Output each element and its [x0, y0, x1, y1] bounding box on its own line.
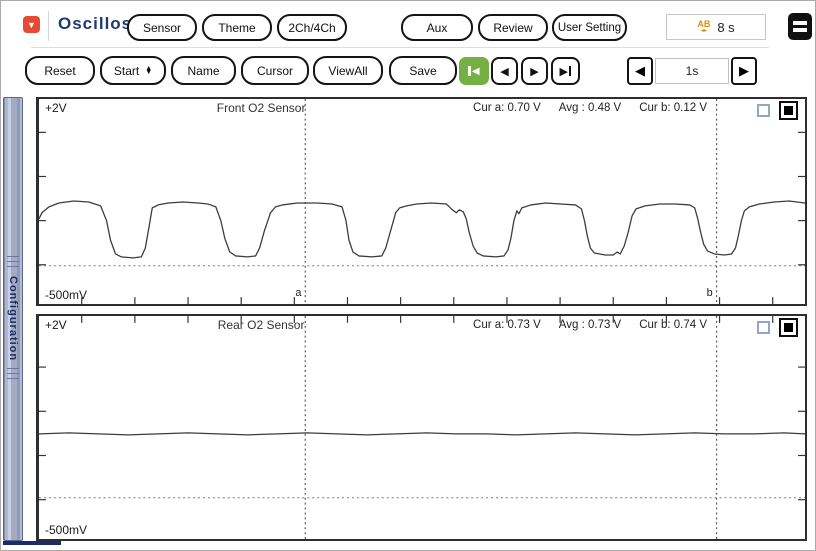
front-cursor-a-value: Cur a: 0.70 V: [473, 102, 541, 114]
front-display-toggles: [757, 101, 798, 120]
theme-button[interactable]: Theme: [202, 14, 272, 41]
skip-start-triangle-icon: ◀: [472, 66, 480, 77]
waveform-trace: [39, 201, 805, 258]
rear-toggle-checkbox-a[interactable]: [757, 321, 770, 334]
front-toggle-checkbox-b[interactable]: [779, 101, 798, 120]
front-avg-value: Avg : 0.48 V: [559, 102, 621, 114]
start-button[interactable]: Start ▲ ▼: [100, 56, 166, 85]
rear-cursor-a-value: Cur a: 0.73 V: [473, 319, 541, 331]
start-button-label: Start: [114, 64, 139, 78]
save-button[interactable]: Save: [389, 56, 457, 85]
toolbar-divider: [31, 47, 769, 48]
start-spinner-icon[interactable]: ▲ ▼: [145, 67, 152, 75]
grip-lines-icon: [7, 368, 19, 382]
front-vmax-label: +2V: [45, 101, 67, 115]
channel-mode-button[interactable]: 2Ch/4Ch: [277, 14, 347, 41]
cursor-a-label: a: [295, 287, 302, 299]
waveform-trace: [39, 433, 805, 435]
menu-icon[interactable]: [788, 13, 812, 40]
ab-time-value: 8 s: [717, 20, 734, 35]
rear-vmax-label: +2V: [45, 318, 67, 332]
aux-button[interactable]: Aux: [401, 14, 473, 41]
rear-vmin-label: -500mV: [45, 523, 87, 537]
grip-lines-icon: [7, 256, 19, 270]
cursor-button[interactable]: Cursor: [241, 56, 309, 85]
front-toggle-checkbox-a[interactable]: [757, 104, 770, 117]
timebase-increase-button[interactable]: ▶: [731, 57, 757, 85]
scope-panel-front-o2: ab +2V Front O2 Sensor Cur a: 0.70 V Avg…: [36, 97, 807, 306]
front-o2-waveform-plot[interactable]: ab: [39, 99, 805, 304]
review-button[interactable]: Review: [478, 14, 548, 41]
oscilloscope-window: ▼ Oscilloscope Sensor Theme 2Ch/4Ch Aux …: [0, 0, 816, 551]
skip-end-bar-icon: [569, 66, 572, 76]
front-panel-title: Front O2 Sensor: [217, 101, 306, 115]
timebase-decrease-button[interactable]: ◀: [627, 57, 653, 85]
rear-measurements: Cur a: 0.73 V Avg : 0.73 V Cur b: 0.74 V: [473, 319, 707, 331]
timebase-right-icon: ▶: [739, 63, 749, 79]
filter-triangle-glyph: ▼: [27, 20, 36, 30]
user-setting-button[interactable]: User Setting: [552, 14, 627, 41]
title-divider: [48, 11, 49, 41]
front-vmin-label: -500mV: [45, 288, 87, 302]
name-button[interactable]: Name: [171, 56, 236, 85]
ab-time-display: AB ◂▸ 8 s: [666, 14, 766, 40]
rear-toggle-checkbox-b[interactable]: [779, 318, 798, 337]
front-measurements: Cur a: 0.70 V Avg : 0.48 V Cur b: 0.12 V: [473, 102, 707, 114]
skip-to-start-button[interactable]: ◀: [459, 57, 489, 85]
step-forward-icon: ▶: [530, 65, 538, 78]
cursor-b-label: b: [707, 287, 713, 299]
sensor-button[interactable]: Sensor: [127, 14, 197, 41]
sidebar-tab-configuration[interactable]: Configuration: [3, 97, 23, 541]
configuration-tab-label: Configuration: [7, 276, 19, 361]
reset-button[interactable]: Reset: [25, 56, 95, 85]
app-filter-icon[interactable]: ▼: [23, 16, 40, 33]
ab-cursors-icon: AB ◂▸: [697, 20, 710, 34]
viewall-button[interactable]: ViewAll: [313, 56, 383, 85]
front-cursor-b-value: Cur b: 0.12 V: [639, 102, 707, 114]
rear-panel-title: Rear O2 Sensor: [218, 318, 305, 332]
rear-o2-waveform-plot[interactable]: [39, 316, 805, 539]
ab-icon-arrows: ◂▸: [701, 28, 707, 34]
skip-to-end-button[interactable]: ▶: [551, 57, 580, 85]
configuration-footer-bar: [3, 541, 61, 545]
rear-cursor-b-value: Cur b: 0.74 V: [639, 319, 707, 331]
step-back-icon: ◀: [500, 65, 508, 78]
skip-end-triangle-icon: ▶: [560, 65, 568, 78]
scope-panel-rear-o2: +2V Rear O2 Sensor Cur a: 0.73 V Avg : 0…: [36, 314, 807, 541]
rear-avg-value: Avg : 0.73 V: [559, 319, 621, 331]
step-forward-button[interactable]: ▶: [521, 57, 548, 85]
step-back-button[interactable]: ◀: [491, 57, 518, 85]
rear-display-toggles: [757, 318, 798, 337]
timebase-value-field[interactable]: 1s: [655, 58, 729, 84]
timebase-left-icon: ◀: [635, 63, 645, 79]
skip-start-bar-icon: [468, 66, 471, 76]
